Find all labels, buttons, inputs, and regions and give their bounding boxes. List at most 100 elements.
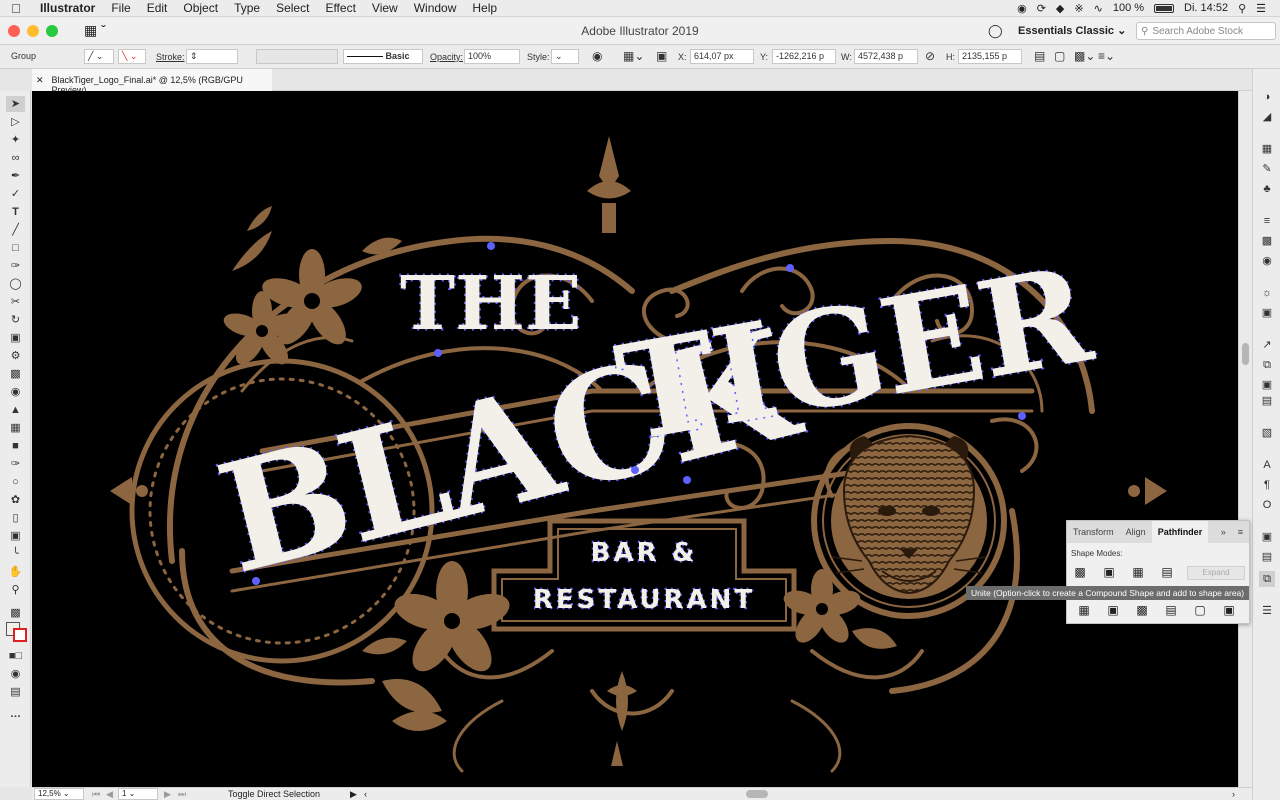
width-field[interactable]: 4572,438 p [854,49,918,64]
asset-export-icon[interactable]: ▣ [1259,377,1275,393]
menu-app-name[interactable]: Illustrator [32,1,103,15]
unite-button[interactable]: ▩ [1073,565,1087,579]
battery-icon[interactable] [1154,3,1175,13]
creative-cloud-icon[interactable]: ◉ [1017,2,1027,15]
spotlight-icon[interactable]: ⚲ [1238,2,1246,15]
artboards-panel-icon[interactable]: ⧉ [1259,357,1275,373]
pen-tool-icon[interactable]: ✒ [6,168,25,184]
scale-tool-icon[interactable]: ▣ [6,330,25,346]
outline-button[interactable]: ▢ [1193,603,1207,617]
mesh-tool-icon[interactable]: ▦ [6,420,25,436]
status-menu-icon[interactable]: ▶ [350,789,357,800]
transform-icon[interactable]: ▤ [1034,49,1045,63]
opacity-field[interactable]: 100% [464,49,520,64]
edit-toolbar-icon[interactable]: … [6,706,25,722]
tab-align[interactable]: Align [1120,521,1152,543]
symbol-sprayer-tool-icon[interactable]: ✿ [6,492,25,508]
menu-effect[interactable]: Effect [317,1,363,15]
previous-artboard-icon[interactable]: ◀ [106,789,113,800]
blend-tool-icon[interactable]: ○ [6,474,25,490]
brush-definition[interactable]: Basic [343,49,423,64]
horizontal-scroll-thumb[interactable] [746,790,768,798]
shape-builder-tool-icon[interactable]: ◉ [6,384,25,400]
reference-point-icon[interactable]: ▣ [656,49,667,63]
menu-object[interactable]: Object [175,1,226,15]
slice-tool-icon[interactable]: ╰ [6,546,25,562]
rotate-tool-icon[interactable]: ↻ [6,312,25,328]
y-position-field[interactable]: -1262,216 p [772,49,836,64]
workspace-switcher[interactable]: Essentials Classic ⌄ [1012,22,1132,39]
artboard-tool-icon[interactable]: ▣ [6,528,25,544]
zoom-level-field[interactable]: 12,5% ⌄ [34,788,84,800]
minus-back-button[interactable]: ▣ [1222,603,1236,617]
warp-tool-icon[interactable]: ⚙ [6,348,25,364]
minus-front-button[interactable]: ▣ [1102,565,1116,579]
graphic-style-picker[interactable]: ⌄ [551,49,579,64]
column-graph-tool-icon[interactable]: ▯ [6,510,25,526]
menu-select[interactable]: Select [268,1,317,15]
scroll-left-icon[interactable]: ‹ [364,789,367,799]
direct-selection-tool-icon[interactable]: ▷ [6,114,25,130]
wifi-icon[interactable]: ∿ [1094,2,1103,15]
dropbox-icon[interactable]: ◆ [1056,2,1064,15]
tab-transform[interactable]: Transform [1067,521,1120,543]
character-panel-icon[interactable]: A [1259,457,1275,473]
vertical-scroll-thumb[interactable] [1242,343,1249,365]
menu-edit[interactable]: Edit [139,1,176,15]
scroll-right-icon[interactable]: › [1232,789,1235,799]
battery-percent[interactable]: 100 % [1113,2,1144,14]
menu-window[interactable]: Window [406,1,465,15]
apple-menu-icon[interactable]:  [0,1,32,16]
symbols-panel-icon[interactable]: ♣ [1259,181,1275,197]
collapse-panel-icon[interactable]: » [1215,521,1232,543]
align-options-icon[interactable]: ▦⌄ [623,49,644,63]
stroke-label[interactable]: Stroke: [156,52,185,62]
stroke-color-swatch[interactable]: ╲ ⌄ [118,49,146,64]
fill-stroke-swatches[interactable] [6,622,28,642]
type-tool-icon[interactable]: T [6,204,25,220]
shaper-tool-icon[interactable]: ◯ [6,276,25,292]
brushes-panel-icon[interactable]: ✎ [1259,161,1275,177]
constrain-proportions-icon[interactable]: ⊘ [925,49,935,63]
trim-button[interactable]: ▣ [1106,603,1120,617]
divide-button[interactable]: ▦ [1077,603,1091,617]
height-field[interactable]: 2135,155 p [958,49,1022,64]
transform-panel-icon[interactable]: ▣ [1259,529,1275,545]
align-icon[interactable]: ▩⌄ [1074,49,1095,63]
tab-pathfinder[interactable]: Pathfinder [1151,521,1209,543]
transparency-panel-icon[interactable]: ◉ [1259,253,1275,269]
image-trace-icon[interactable]: ▧ [1259,425,1275,441]
align-panel-icon[interactable]: ▤ [1259,549,1275,565]
default-fill-stroke-icon[interactable]: ▩ [6,605,25,621]
magic-wand-tool-icon[interactable]: ✦ [6,132,25,148]
stroke-panel-icon[interactable]: ≡ [1259,213,1275,229]
whats-new-bulb-icon[interactable]: ◯ [988,23,1003,39]
menu-file[interactable]: File [103,1,138,15]
lasso-tool-icon[interactable]: ∞ [6,150,25,166]
crop-button[interactable]: ▤ [1164,603,1178,617]
panel-menu-icon[interactable]: ≡ [1232,521,1249,543]
free-transform-tool-icon[interactable]: ▩ [6,366,25,382]
menu-type[interactable]: Type [226,1,268,15]
bluetooth-icon[interactable]: ※ [1074,2,1083,15]
merge-button[interactable]: ▩ [1135,603,1149,617]
expand-button[interactable]: Expand [1187,566,1245,580]
color-guide-icon[interactable]: ◢ [1259,109,1275,125]
color-panel-icon[interactable]: ◑ [1259,89,1275,105]
sync-icon[interactable]: ⟳ [1037,2,1046,15]
variable-width-profile[interactable] [256,49,338,64]
gradient-panel-icon[interactable]: ▩ [1259,233,1275,249]
search-stock-input[interactable]: ⚲ Search Adobe Stock [1136,22,1276,40]
scissors-tool-icon[interactable]: ✂ [6,294,25,310]
line-tool-icon[interactable]: ╱ [6,222,25,238]
recolor-artwork-icon[interactable]: ◉ [592,49,602,63]
gradient-tool-icon[interactable]: ■ [6,438,25,454]
x-position-field[interactable]: 614,07 px [690,49,754,64]
last-artboard-icon[interactable]: ⏭ [178,789,186,800]
exclude-button[interactable]: ▤ [1160,565,1174,579]
curvature-tool-icon[interactable]: ✓ [6,186,25,202]
clock[interactable]: Di. 14:52 [1184,2,1228,14]
next-artboard-icon[interactable]: ▶ [164,789,171,800]
first-artboard-icon[interactable]: ⏮ [92,789,100,800]
paintbrush-tool-icon[interactable]: ✑ [6,258,25,274]
